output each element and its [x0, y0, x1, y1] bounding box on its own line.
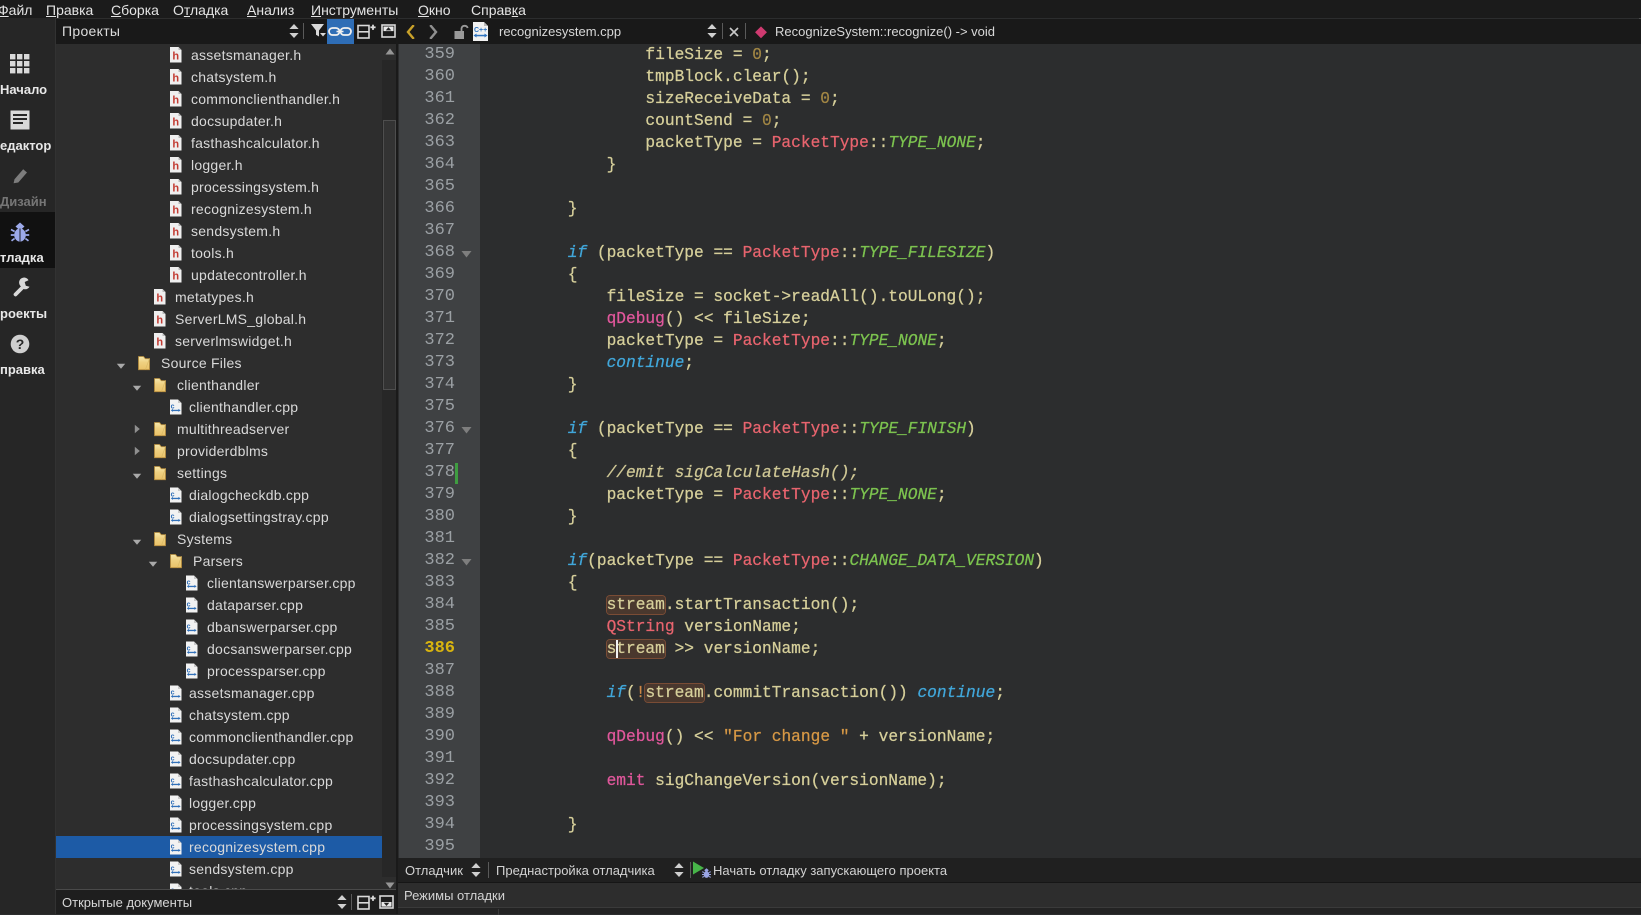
svg-text:h: h: [172, 204, 179, 216]
svg-text:h: h: [156, 314, 163, 326]
svg-text:h: h: [156, 336, 163, 348]
svg-text:h: h: [172, 50, 179, 62]
svg-text:C++: C++: [474, 27, 487, 34]
svg-text:h: h: [172, 94, 179, 106]
svg-text:h: h: [156, 292, 163, 304]
svg-text:h: h: [172, 138, 179, 150]
svg-text:h: h: [172, 270, 179, 282]
svg-text:h: h: [172, 248, 179, 260]
svg-text:h: h: [172, 182, 179, 194]
svg-text:?: ?: [16, 336, 25, 352]
svg-text:h: h: [172, 116, 179, 128]
svg-text:h: h: [172, 226, 179, 238]
svg-text:h: h: [172, 72, 179, 84]
svg-text:h: h: [172, 160, 179, 172]
